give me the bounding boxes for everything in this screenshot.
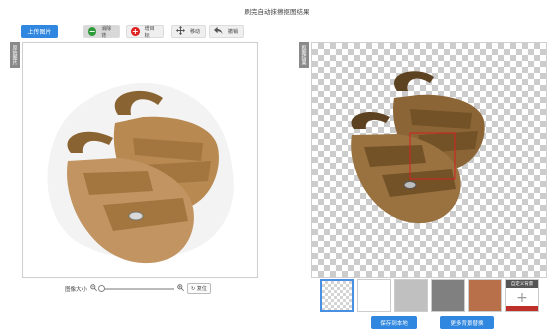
reset-zoom-button[interactable]: ↻ 复位: [187, 283, 211, 294]
erase-background-label: 消除背: [101, 25, 112, 39]
background-swatch-dark-gray[interactable]: [431, 279, 465, 312]
undo-icon: [214, 26, 223, 37]
background-swatch-transparent[interactable]: [320, 279, 354, 312]
add-icon: +: [516, 289, 528, 306]
result-image-tab: 抠图结果: [299, 42, 309, 68]
original-image-tab: 原始图片: [10, 42, 20, 68]
original-sandals-image: [47, 82, 234, 264]
zoom-in-icon[interactable]: [177, 284, 184, 293]
result-image-panel[interactable]: [311, 42, 547, 278]
upload-image-button[interactable]: 上传图片: [21, 25, 58, 38]
plus-circle-icon: +: [131, 26, 140, 36]
move-tool[interactable]: 移动: [171, 25, 206, 38]
add-target-tool[interactable]: + 增目标: [126, 25, 164, 39]
zoom-controls: 图像大小 ↻ 复位: [65, 283, 211, 294]
custom-background-label: 自定义背景: [506, 280, 538, 288]
custom-background-swatch[interactable]: 自定义背景 +: [505, 279, 539, 312]
erase-background-tool[interactable]: − 消除背: [83, 25, 120, 39]
zoom-label: 图像大小: [65, 286, 88, 293]
undo-label: 撤销: [228, 29, 239, 35]
page-title: 刷完自动抹擦抠图结果: [244, 8, 310, 16]
reset-icon: ↻: [191, 286, 196, 292]
zoom-slider[interactable]: [98, 284, 175, 292]
zoom-out-icon[interactable]: [90, 284, 97, 293]
add-target-label: 增目标: [144, 25, 155, 39]
save-to-local-button[interactable]: 保存到本地: [371, 316, 417, 329]
reset-label: 复位: [196, 286, 207, 292]
move-label: 移动: [190, 29, 201, 35]
background-swatch-light-gray[interactable]: [394, 279, 428, 312]
more-backgrounds-button[interactable]: 更多背景替换: [440, 316, 494, 329]
background-swatch-brown[interactable]: [468, 279, 502, 312]
undo-tool[interactable]: 撤销: [209, 25, 244, 38]
result-sandals-image: [351, 71, 485, 224]
original-image-panel[interactable]: [22, 42, 258, 278]
move-icon: [176, 26, 185, 37]
custom-color-bar: [506, 306, 538, 311]
minus-circle-icon: −: [88, 26, 97, 36]
background-swatch-white[interactable]: [357, 279, 391, 312]
zoom-slider-handle[interactable]: [98, 284, 106, 292]
